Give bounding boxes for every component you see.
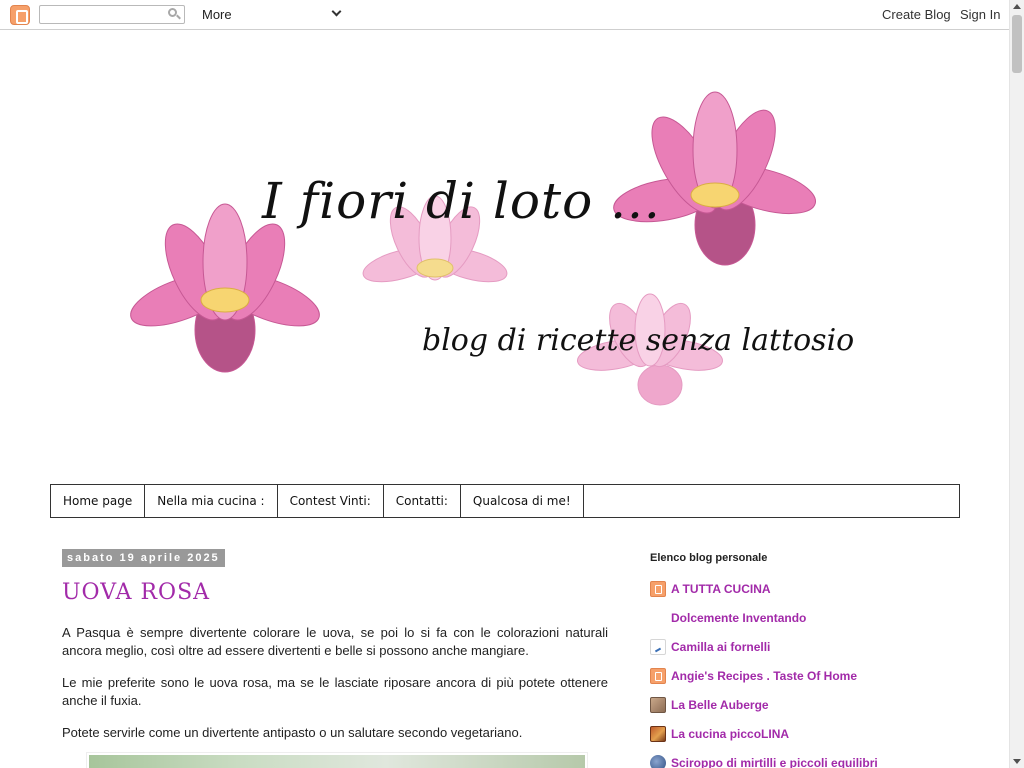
- file-icon: [650, 639, 666, 655]
- blog-list: A TUTTA CUCINA Dolcemente Inventando Cam…: [650, 580, 970, 768]
- globe-icon: [650, 755, 666, 768]
- blog-link[interactable]: Angie's Recipes . Taste Of Home: [671, 667, 857, 685]
- post-paragraph: A Pasqua è sempre divertente colorare le…: [62, 625, 608, 658]
- blog-description: blog di ricette senza lattosio: [422, 323, 855, 358]
- tab-home-page[interactable]: Home page: [51, 485, 146, 517]
- photo-icon: [650, 697, 666, 713]
- scroll-down-arrow-icon[interactable]: [1013, 759, 1021, 764]
- search-input[interactable]: [39, 5, 185, 24]
- blog-link[interactable]: La Belle Auberge: [671, 696, 769, 714]
- blog-link[interactable]: Dolcemente Inventando: [671, 609, 806, 627]
- page-tabs: Home page Nella mia cucina : Contest Vin…: [50, 484, 960, 518]
- search-icon[interactable]: [165, 6, 183, 23]
- blog-link[interactable]: A TUTTA CUCINA: [671, 580, 771, 598]
- scroll-up-arrow-icon[interactable]: [1013, 4, 1021, 9]
- list-item: Angie's Recipes . Taste Of Home: [650, 667, 970, 696]
- post-paragraph: Potete servirle come un divertente antip…: [62, 725, 523, 740]
- blogger-logo-icon[interactable]: [10, 5, 30, 25]
- blog-link[interactable]: Camilla ai fornelli: [671, 638, 770, 656]
- list-item: Sciroppo di mirtilli e piccoli equilibri: [650, 754, 970, 768]
- blank-icon: [650, 610, 666, 626]
- blogger-navbar: More Create Blog Sign In: [0, 0, 1009, 30]
- photo-icon: [650, 726, 666, 742]
- blogger-icon: [650, 581, 666, 597]
- post-title[interactable]: UOVA ROSA: [62, 580, 210, 605]
- post-date: sabato 19 aprile 2025: [62, 549, 225, 567]
- sidebar-title: Elenco blog personale: [650, 552, 768, 564]
- post-paragraph: Le mie preferite sono le uova rosa, ma s…: [62, 675, 608, 708]
- blog-link[interactable]: La cucina piccoLINA: [671, 725, 789, 743]
- post-body: A Pasqua è sempre divertente colorare le…: [62, 624, 608, 756]
- more-select-label: More: [202, 7, 232, 22]
- tab-nella-mia-cucina[interactable]: Nella mia cucina :: [145, 485, 278, 517]
- blog-header[interactable]: I fiori di loto ... blog di ricette senz…: [50, 40, 960, 460]
- scrollbar[interactable]: [1009, 0, 1024, 768]
- blog-link[interactable]: Sciroppo di mirtilli e piccoli equilibri: [671, 754, 878, 768]
- post-image[interactable]: [86, 752, 588, 768]
- list-item: Camilla ai fornelli: [650, 638, 970, 667]
- tab-qualcosa-di-me[interactable]: Qualcosa di me!: [461, 485, 584, 517]
- list-item: Dolcemente Inventando: [650, 609, 970, 638]
- tab-contatti[interactable]: Contatti:: [384, 485, 461, 517]
- blog-title[interactable]: I fiori di loto ...: [262, 172, 661, 230]
- list-item: La cucina piccoLINA: [650, 725, 970, 754]
- chevron-down-icon: [331, 6, 342, 17]
- blogger-icon: [650, 668, 666, 684]
- tab-contest-vinti[interactable]: Contest Vinti:: [278, 485, 384, 517]
- sign-in-link[interactable]: Sign In: [960, 7, 1000, 22]
- more-select[interactable]: More: [202, 6, 344, 23]
- create-blog-link[interactable]: Create Blog: [882, 7, 951, 22]
- list-item: La Belle Auberge: [650, 696, 970, 725]
- scroll-thumb[interactable]: [1012, 15, 1022, 73]
- list-item: A TUTTA CUCINA: [650, 580, 970, 609]
